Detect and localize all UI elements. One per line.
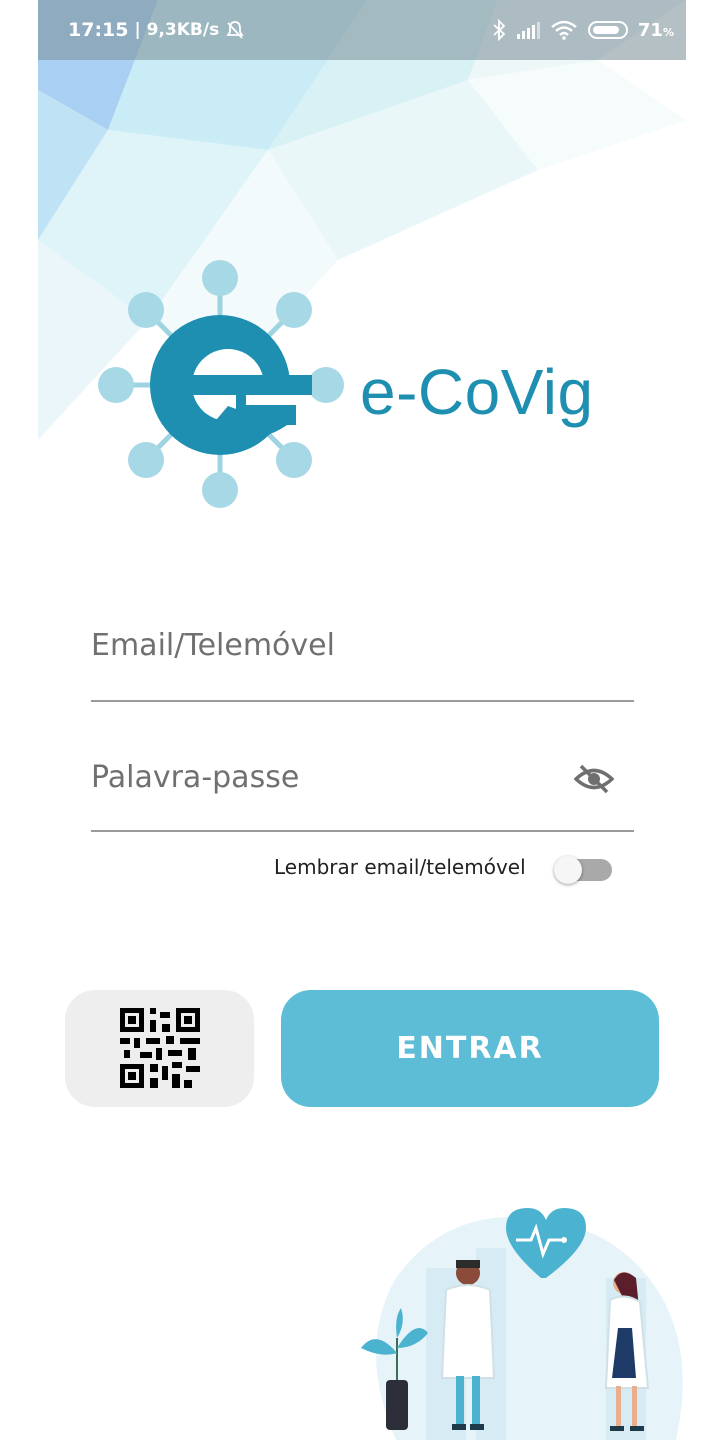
qr-code-icon — [120, 1008, 200, 1088]
qr-code-button[interactable] — [65, 990, 254, 1107]
eye-off-icon[interactable] — [574, 762, 614, 796]
email-field — [91, 600, 634, 702]
doctors-heart-illustration — [361, 1208, 683, 1440]
virus-e-logo-icon — [98, 260, 344, 508]
status-network-speed: | 9,3KB/s — [134, 20, 220, 40]
email-input[interactable] — [91, 620, 561, 670]
status-left: 17:15 | 9,3KB/s — [68, 0, 245, 60]
remember-label: Lembrar email/telemóvel — [274, 855, 526, 879]
password-field — [91, 732, 634, 832]
bell-off-icon — [226, 21, 244, 39]
toggle-thumb — [554, 856, 582, 884]
signal-icon — [516, 22, 540, 39]
status-time: 17:15 — [68, 19, 129, 41]
bluetooth-icon — [493, 19, 506, 41]
status-bar: 17:15 | 9,3KB/s 71 % — [38, 0, 686, 60]
password-input[interactable] — [91, 752, 561, 802]
battery-percent: 71 — [637, 19, 663, 41]
remember-toggle[interactable] — [554, 856, 612, 884]
brand-name: e-CoVig — [360, 356, 594, 428]
status-battery-level: 71 % — [638, 20, 674, 41]
battery-unit: % — [662, 25, 674, 39]
battery-icon — [587, 21, 628, 39]
status-right: 71 % — [492, 0, 674, 60]
app-screen: 17:15 | 9,3KB/s 71 % e-CoVig Email/Telem… — [38, 0, 686, 1440]
enter-button[interactable]: ENTRAR — [281, 990, 659, 1107]
wifi-icon — [551, 20, 577, 40]
